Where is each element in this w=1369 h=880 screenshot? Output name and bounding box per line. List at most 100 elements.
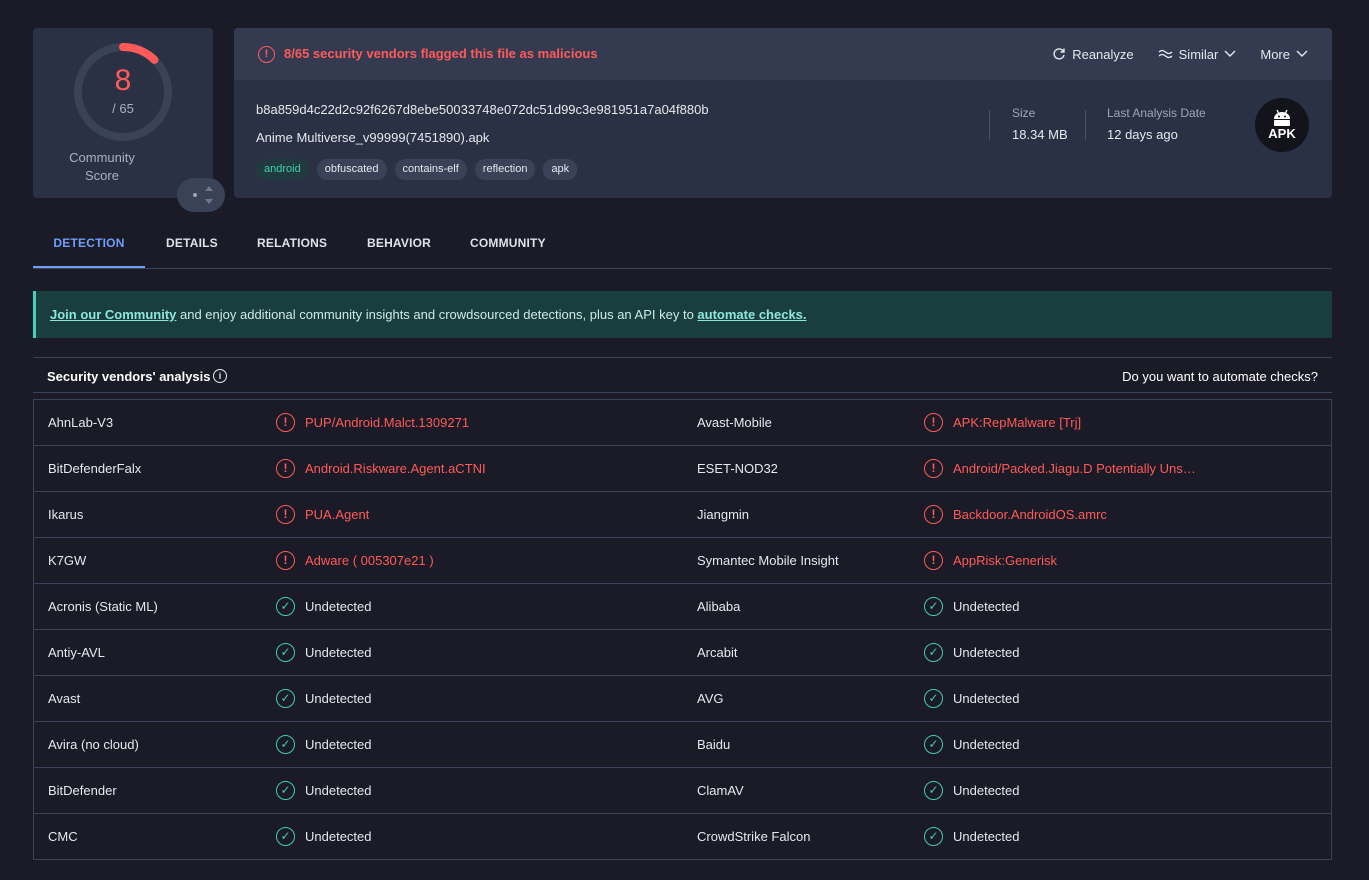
undetected-label: Undetected bbox=[953, 599, 1020, 614]
vendor-name: Ikarus bbox=[48, 507, 84, 522]
tab-details[interactable]: DETAILS bbox=[166, 220, 218, 268]
vendor-name: Alibaba bbox=[697, 599, 741, 614]
tag[interactable]: contains-elf bbox=[394, 159, 467, 180]
vendor-name: Avira (no cloud) bbox=[48, 737, 139, 752]
undetected-label: Undetected bbox=[305, 645, 372, 660]
vendor-name: CMC bbox=[48, 829, 78, 844]
undetected-label: Undetected bbox=[305, 599, 372, 614]
automate-checks-link[interactable]: automate checks. bbox=[697, 307, 806, 322]
undetected-label: Undetected bbox=[953, 737, 1020, 752]
community-score-dot bbox=[193, 193, 197, 197]
tag[interactable]: android bbox=[256, 159, 309, 180]
malicious-alert-bar: ! 8/65 security vendors flagged this fil… bbox=[234, 28, 1332, 80]
alert-circle-icon: ! bbox=[276, 551, 295, 570]
detection-label[interactable]: Android.Riskware.Agent.aCTNI bbox=[305, 461, 486, 476]
similar-dropdown[interactable]: Similar bbox=[1158, 47, 1237, 62]
vendor-name: BitDefender bbox=[48, 783, 117, 798]
alert-circle-icon: ! bbox=[924, 413, 943, 432]
detection-label[interactable]: Backdoor.AndroidOS.amrc bbox=[953, 507, 1107, 522]
vendor-name: Jiangmin bbox=[697, 507, 750, 522]
vendor-row: Avast ✓ Undetected AVG ✓ Undetected bbox=[34, 676, 1331, 722]
check-circle-icon: ✓ bbox=[924, 735, 943, 754]
detection-total: / 65 bbox=[112, 101, 134, 116]
vendor-name: Antiy-AVL bbox=[48, 645, 105, 660]
file-type-label: APK bbox=[1268, 126, 1296, 141]
detection-label[interactable]: Android/Packed.Jiagu.D Potentially Uns… bbox=[953, 461, 1196, 476]
check-circle-icon: ✓ bbox=[276, 689, 295, 708]
undetected-label: Undetected bbox=[953, 691, 1020, 706]
undetected-label: Undetected bbox=[953, 783, 1020, 798]
alert-circle-icon: ! bbox=[276, 505, 295, 524]
divider bbox=[989, 110, 990, 140]
report-tabs: DETECTION DETAILS RELATIONS BEHAVIOR COM… bbox=[33, 220, 1332, 269]
detection-label[interactable]: APK:RepMalware [Trj] bbox=[953, 415, 1081, 430]
vendor-name: Baidu bbox=[697, 737, 731, 752]
vendor-row: BitDefender ✓ Undetected ClamAV ✓ Undetected bbox=[34, 768, 1331, 814]
vendors-section-header: Security vendors' analysis i Do you want… bbox=[33, 357, 1332, 393]
banner-text: and enjoy additional community insights … bbox=[176, 307, 698, 322]
section-title: Security vendors' analysis bbox=[47, 369, 211, 384]
alert-circle-icon: ! bbox=[924, 459, 943, 478]
last-analysis-label: Last Analysis Date bbox=[1107, 106, 1206, 120]
alert-circle-icon: ! bbox=[924, 551, 943, 570]
alert-circle-icon: ! bbox=[258, 46, 275, 63]
check-circle-icon: ✓ bbox=[276, 827, 295, 846]
detection-label[interactable]: PUP/Android.Malct.1309271 bbox=[305, 415, 469, 430]
undetected-label: Undetected bbox=[953, 829, 1020, 844]
detection-label[interactable]: Adware ( 005307e21 ) bbox=[305, 553, 434, 568]
check-circle-icon: ✓ bbox=[276, 735, 295, 754]
tab-detection[interactable]: DETECTION bbox=[33, 220, 145, 268]
detection-label[interactable]: AppRisk:Generisk bbox=[953, 553, 1057, 568]
vendor-name: BitDefenderFalx bbox=[48, 461, 142, 476]
reanalyze-button[interactable]: Reanalyze bbox=[1052, 47, 1134, 62]
vendor-name: Symantec Mobile Insight bbox=[697, 553, 839, 568]
vendor-name: Avast-Mobile bbox=[697, 415, 772, 430]
undetected-label: Undetected bbox=[953, 645, 1020, 660]
vendor-results-table: AhnLab-V3! PUP/Android.Malct.1309271 Avast… bbox=[33, 399, 1332, 860]
info-icon[interactable]: i bbox=[213, 369, 227, 383]
similar-icon bbox=[1158, 49, 1173, 59]
check-circle-icon: ✓ bbox=[924, 689, 943, 708]
detection-label[interactable]: PUA.Agent bbox=[305, 507, 369, 522]
tag[interactable]: apk bbox=[543, 159, 578, 180]
alert-circle-icon: ! bbox=[924, 505, 943, 524]
community-vote-widget[interactable] bbox=[177, 178, 225, 212]
tag[interactable]: obfuscated bbox=[316, 159, 387, 180]
vendor-row: Acronis (Static ML) ✓ Undetected Alibaba ✓ Un… bbox=[34, 584, 1331, 630]
upvote-icon[interactable] bbox=[205, 186, 213, 191]
refresh-icon bbox=[1053, 48, 1065, 60]
vendor-row: Ikarus! PUA.Agent Jiangmin! Backdoor.Androi… bbox=[34, 492, 1331, 538]
check-circle-icon: ✓ bbox=[276, 643, 295, 662]
tab-behavior[interactable]: BEHAVIOR bbox=[367, 220, 431, 268]
detection-score-card: 8 / 65 Community Score bbox=[33, 28, 225, 212]
tag[interactable]: reflection bbox=[474, 159, 536, 180]
tab-community[interactable]: COMMUNITY bbox=[470, 220, 546, 268]
vendor-row: BitDefenderFalx! Android.Riskware.Agent.a… bbox=[34, 446, 1331, 492]
vendor-name: AVG bbox=[697, 691, 724, 706]
detection-count: 8 bbox=[114, 64, 132, 97]
vendor-row: CMC ✓ Undetected CrowdStrike Falcon ✓ Undetec… bbox=[34, 814, 1331, 860]
vendor-row: Antiy-AVL ✓ Undetected Arcabit ✓ Undetected bbox=[34, 630, 1331, 676]
android-icon bbox=[1274, 109, 1290, 126]
divider bbox=[1085, 110, 1086, 140]
chevron-down-icon bbox=[1224, 50, 1236, 57]
tab-relations[interactable]: RELATIONS bbox=[257, 220, 327, 268]
join-community-link[interactable]: Join our Community bbox=[50, 307, 176, 322]
last-analysis-value: 12 days ago bbox=[1107, 127, 1178, 142]
more-dropdown[interactable]: More bbox=[1260, 47, 1308, 62]
undetected-label: Undetected bbox=[305, 691, 372, 706]
vendor-row: AhnLab-V3! PUP/Android.Malct.1309271 Avast… bbox=[34, 400, 1331, 446]
downvote-icon[interactable] bbox=[205, 199, 213, 204]
undetected-label: Undetected bbox=[305, 737, 372, 752]
check-circle-icon: ✓ bbox=[276, 781, 295, 800]
check-circle-icon: ✓ bbox=[276, 597, 295, 616]
size-label: Size bbox=[1012, 106, 1036, 120]
file-actions: Reanalyze Similar More bbox=[1052, 28, 1308, 80]
community-score-label: Community Score bbox=[69, 150, 135, 183]
vendor-row: Avira (no cloud) ✓ Undetected Baidu ✓ Undetec… bbox=[34, 722, 1331, 768]
file-hash[interactable]: b8a859d4c22d2c92f6267d8ebe50033748e072dc… bbox=[256, 102, 709, 117]
automate-checks-prompt[interactable]: Do you want to automate checks? bbox=[1122, 369, 1318, 384]
file-type-badge: APK bbox=[1255, 98, 1309, 152]
file-tags: android obfuscated contains-elf reflecti… bbox=[256, 159, 578, 180]
file-summary-card: ! 8/65 security vendors flagged this fil… bbox=[234, 28, 1332, 198]
